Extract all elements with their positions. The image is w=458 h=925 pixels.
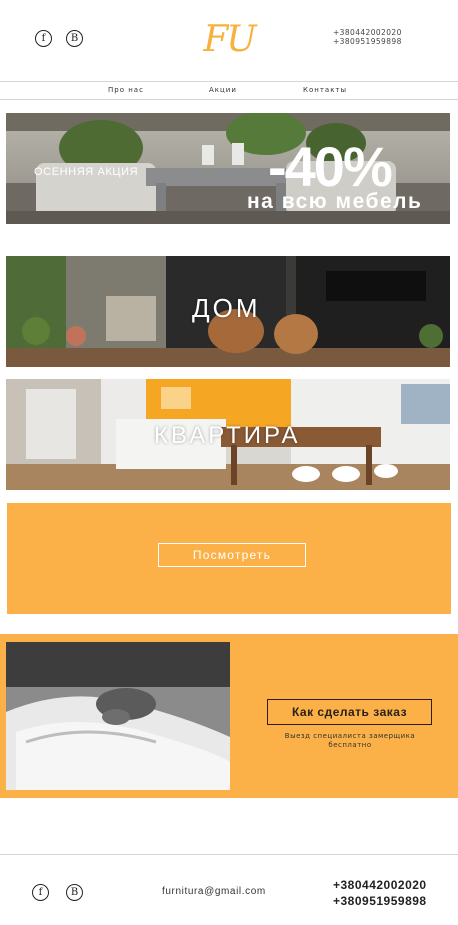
footer-divider xyxy=(0,854,458,855)
nav-item-contacts[interactable]: Контакты xyxy=(303,86,347,94)
category-house[interactable]: ДОМ xyxy=(6,256,450,367)
footer-vk-icon[interactable]: B xyxy=(66,884,83,901)
footer-phones: +380442002020 +380951959898 xyxy=(333,877,427,909)
header-phones: +380442002020 +380951959898 xyxy=(333,28,402,46)
view-button[interactable]: Посмотреть xyxy=(158,543,306,567)
vk-icon[interactable]: B xyxy=(66,30,83,47)
promo-banner[interactable]: ОСЕННЯЯ АКЦИЯ -40% на всю мебель xyxy=(6,113,450,224)
category-apartment[interactable]: КВАРТИРА xyxy=(6,379,450,490)
how-to-order-button[interactable]: Как сделать заказ xyxy=(267,699,432,725)
nav-bottom-divider xyxy=(0,99,458,100)
facebook-icon[interactable]: f xyxy=(35,30,52,47)
footer-facebook-icon[interactable]: f xyxy=(32,884,49,901)
category-apartment-title: КВАРТИРА xyxy=(154,422,301,449)
order-image xyxy=(6,642,230,790)
footer-email[interactable]: furnitura@gmail.com xyxy=(162,886,266,897)
header-phone-2[interactable]: +380951959898 xyxy=(333,37,402,46)
header-phone-1[interactable]: +380442002020 xyxy=(333,28,402,37)
footer-phone-1[interactable]: +380442002020 xyxy=(333,877,427,893)
order-note: Выезд специалиста замерщика бесплатно xyxy=(284,732,416,749)
footer-phone-2[interactable]: +380951959898 xyxy=(333,893,427,909)
nav-top-divider xyxy=(0,81,458,82)
promo-label: ОСЕННЯЯ АКЦИЯ xyxy=(34,166,139,178)
logo[interactable]: FU xyxy=(197,18,261,62)
promo-subtitle: на всю мебель xyxy=(247,190,423,213)
nav-item-promotions[interactable]: Акции xyxy=(209,86,237,94)
category-house-title: ДОМ xyxy=(192,293,261,323)
nav-item-about[interactable]: Про нас xyxy=(108,86,144,94)
